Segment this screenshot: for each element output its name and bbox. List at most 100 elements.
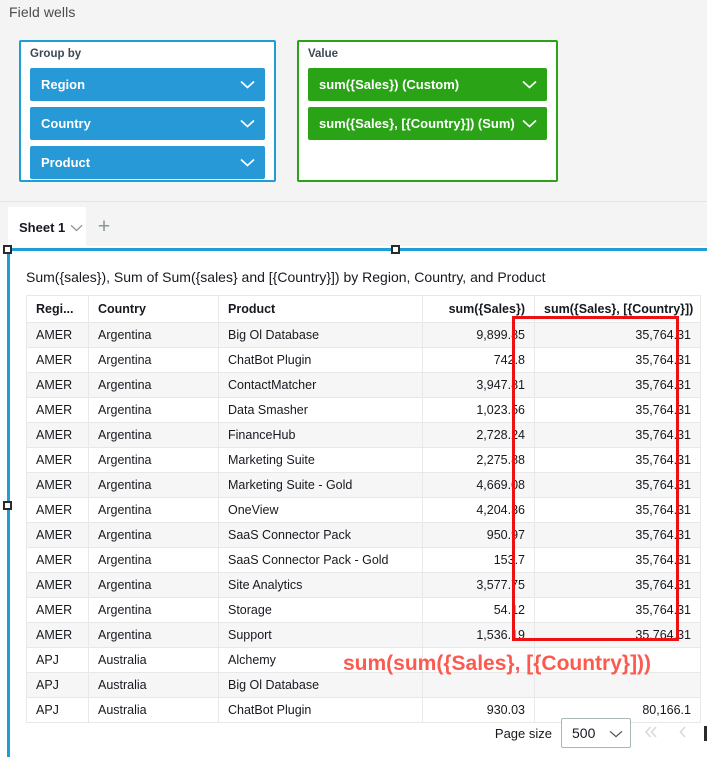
table-cell[interactable]: Australia <box>89 648 219 673</box>
table-cell[interactable]: 1,536.19 <box>423 623 535 648</box>
table-cell[interactable]: AMER <box>27 323 89 348</box>
table-row[interactable]: AMERArgentinaStorage54.1235,764.31 <box>27 598 701 623</box>
table-cell[interactable]: AMER <box>27 598 89 623</box>
table-row[interactable]: AMERArgentinaSaaS Connector Pack - Gold1… <box>27 548 701 573</box>
group-by-well[interactable]: Group by Region Country Product <box>19 40 276 182</box>
table-cell[interactable]: Storage <box>219 598 423 623</box>
table-cell[interactable]: Argentina <box>89 398 219 423</box>
table-cell[interactable]: Argentina <box>89 448 219 473</box>
table-cell[interactable]: 35,764.31 <box>535 373 701 398</box>
table-cell[interactable]: 35,764.31 <box>535 323 701 348</box>
table-cell[interactable] <box>535 673 701 698</box>
table-cell[interactable]: AMER <box>27 623 89 648</box>
table-cell[interactable]: SaaS Connector Pack <box>219 523 423 548</box>
table-cell[interactable]: 3,947.81 <box>423 373 535 398</box>
table-cell[interactable]: Argentina <box>89 323 219 348</box>
table-cell[interactable]: 742.8 <box>423 348 535 373</box>
table-row[interactable]: APJAustraliaBig Ol Database <box>27 673 701 698</box>
table-row[interactable]: AMERArgentinaChatBot Plugin742.835,764.3… <box>27 348 701 373</box>
value-field-sum-sales-custom[interactable]: sum({Sales}) (Custom) <box>308 68 547 101</box>
group-by-field-region[interactable]: Region <box>30 68 265 101</box>
chevron-down-icon[interactable] <box>521 68 537 101</box>
table-cell[interactable]: 35,764.31 <box>535 573 701 598</box>
resize-handle-top-left[interactable] <box>3 245 12 254</box>
table-row[interactable]: AMERArgentinaMarketing Suite - Gold4,669… <box>27 473 701 498</box>
table-row[interactable]: AMERArgentinaSite Analytics3,577.7535,76… <box>27 573 701 598</box>
table-cell[interactable]: Big Ol Database <box>219 323 423 348</box>
table-cell[interactable]: ChatBot Plugin <box>219 348 423 373</box>
table-cell[interactable]: 35,764.31 <box>535 348 701 373</box>
chevron-down-icon[interactable] <box>239 107 255 140</box>
sheet-tab-sheet-1[interactable]: Sheet 1 <box>8 207 86 247</box>
table-cell[interactable]: 4,669.08 <box>423 473 535 498</box>
table-cell[interactable]: APJ <box>27 673 89 698</box>
table-cell[interactable]: AMER <box>27 448 89 473</box>
table-cell[interactable]: Marketing Suite - Gold <box>219 473 423 498</box>
table-cell[interactable]: Support <box>219 623 423 648</box>
table-cell[interactable]: AMER <box>27 423 89 448</box>
table-cell[interactable]: 35,764.31 <box>535 398 701 423</box>
column-header-sum-sales-country[interactable]: sum({Sales}, [{Country}]) <box>535 296 701 323</box>
table-cell[interactable]: 35,764.31 <box>535 498 701 523</box>
table-cell[interactable]: 35,764.31 <box>535 523 701 548</box>
first-page-button[interactable] <box>640 720 662 746</box>
table-cell[interactable]: Argentina <box>89 373 219 398</box>
table-cell[interactable]: 4,204.36 <box>423 498 535 523</box>
table-cell[interactable]: 35,764.31 <box>535 598 701 623</box>
table-cell[interactable]: Argentina <box>89 498 219 523</box>
previous-page-button[interactable] <box>671 720 693 746</box>
chevron-down-icon[interactable] <box>609 725 623 741</box>
table-row[interactable]: AMERArgentinaMarketing Suite2,275.8835,7… <box>27 448 701 473</box>
table-cell[interactable]: APJ <box>27 648 89 673</box>
table-cell[interactable]: 35,764.31 <box>535 623 701 648</box>
resize-handle-top-center[interactable] <box>391 245 400 254</box>
table-cell[interactable]: 153.7 <box>423 548 535 573</box>
table-cell[interactable]: AMER <box>27 573 89 598</box>
table-cell[interactable]: 35,764.31 <box>535 473 701 498</box>
table-cell[interactable]: AMER <box>27 348 89 373</box>
column-header-sum-sales[interactable]: sum({Sales}) <box>423 296 535 323</box>
table-cell[interactable]: Argentina <box>89 548 219 573</box>
table-cell[interactable]: Australia <box>89 673 219 698</box>
table-cell[interactable]: ContactMatcher <box>219 373 423 398</box>
table-cell[interactable]: Marketing Suite <box>219 448 423 473</box>
table-cell[interactable]: AMER <box>27 398 89 423</box>
column-header-country[interactable]: Country <box>89 296 219 323</box>
chevron-down-icon[interactable] <box>239 68 255 101</box>
table-cell[interactable]: FinanceHub <box>219 423 423 448</box>
table-cell[interactable]: AMER <box>27 523 89 548</box>
table-cell[interactable]: 9,899.85 <box>423 323 535 348</box>
table-cell[interactable]: Argentina <box>89 348 219 373</box>
table-cell[interactable]: AMER <box>27 548 89 573</box>
table-cell[interactable]: Site Analytics <box>219 573 423 598</box>
table-row[interactable]: AMERArgentinaSaaS Connector Pack950.9735… <box>27 523 701 548</box>
table-cell[interactable]: AMER <box>27 498 89 523</box>
table-row[interactable]: AMERArgentinaOneView4,204.3635,764.31 <box>27 498 701 523</box>
table-cell[interactable]: 35,764.31 <box>535 423 701 448</box>
table-cell[interactable]: OneView <box>219 498 423 523</box>
table-row[interactable]: AMERArgentinaSupport1,536.1935,764.31 <box>27 623 701 648</box>
column-header-product[interactable]: Product <box>219 296 423 323</box>
column-header-region[interactable]: Regi... <box>27 296 89 323</box>
table-cell[interactable] <box>423 673 535 698</box>
visual-container[interactable]: Sum({sales}), Sum of Sum({sales} and [{C… <box>7 248 707 757</box>
add-sheet-button[interactable]: + <box>92 214 116 238</box>
table-row[interactable]: AMERArgentinaFinanceHub2,728.2435,764.31 <box>27 423 701 448</box>
table-cell[interactable]: 2,728.24 <box>423 423 535 448</box>
table-cell[interactable]: 3,577.75 <box>423 573 535 598</box>
table-cell[interactable]: AMER <box>27 473 89 498</box>
table-cell[interactable]: 2,275.88 <box>423 448 535 473</box>
table-cell[interactable]: 950.97 <box>423 523 535 548</box>
table-cell[interactable]: 1,023.56 <box>423 398 535 423</box>
chevron-down-icon[interactable] <box>521 107 537 140</box>
table-row[interactable]: AMERArgentinaContactMatcher3,947.8135,76… <box>27 373 701 398</box>
table-cell[interactable]: SaaS Connector Pack - Gold <box>219 548 423 573</box>
page-size-select[interactable]: 500 <box>561 718 631 748</box>
table-cell[interactable]: Big Ol Database <box>219 673 423 698</box>
table-cell[interactable]: Argentina <box>89 523 219 548</box>
table-cell[interactable]: 35,764.31 <box>535 448 701 473</box>
table-cell[interactable]: Data Smasher <box>219 398 423 423</box>
value-field-sum-sales-country-sum[interactable]: sum({Sales}, [{Country}]) (Sum) <box>308 107 547 140</box>
resize-handle-middle-left[interactable] <box>3 501 12 510</box>
table-cell[interactable]: Argentina <box>89 623 219 648</box>
